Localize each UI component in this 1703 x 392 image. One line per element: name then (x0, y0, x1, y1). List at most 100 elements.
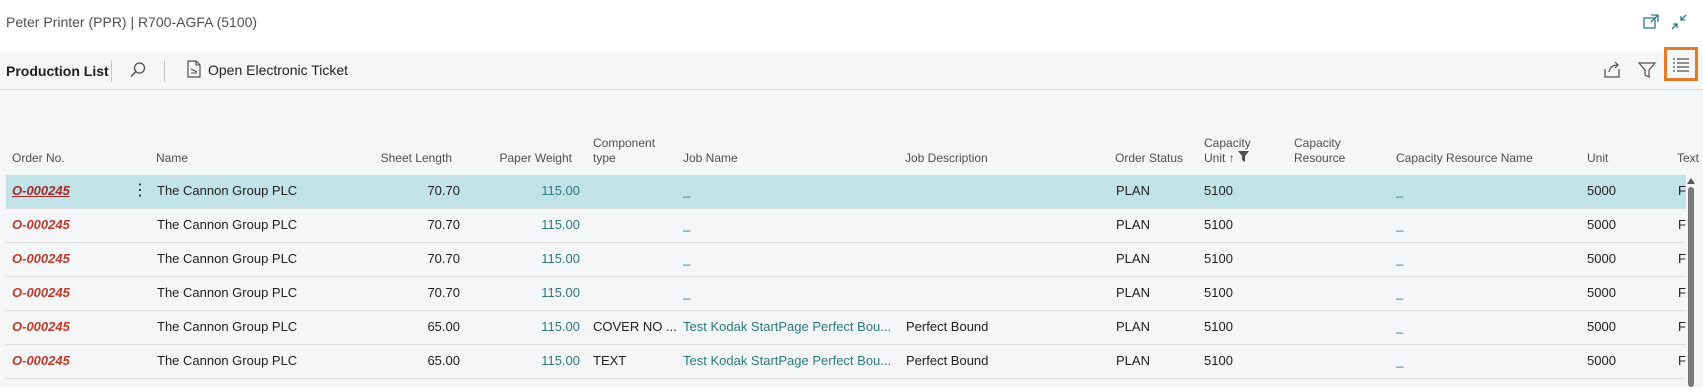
component-type-cell: TEXT (593, 353, 627, 368)
column-header-capacity-resource[interactable]: Capacity Resource (1294, 136, 1345, 166)
sheet-length-cell: 65.00 (427, 353, 460, 368)
capacity-resource-name-cell: _ (1396, 183, 1404, 198)
table-row[interactable]: O-000245 The Cannon Group PLC 70.70 115.00 _… (6, 243, 1686, 277)
order-status-cell: PLAN (1116, 217, 1150, 232)
toolbar-divider (111, 60, 112, 82)
capacity-unit-cell: 5100 (1204, 183, 1233, 198)
sheet-length-cell: 70.70 (427, 285, 460, 300)
ticket-icon (186, 59, 202, 81)
table-row[interactable]: O-000245 The Cannon Group PLC 70.70 115.00 _… (6, 277, 1686, 311)
window-title: Peter Printer (PPR) | R700-AGFA (5100) (6, 14, 258, 30)
capacity-unit-cell: 5100 (1204, 285, 1233, 300)
column-header-text[interactable]: Text (1677, 151, 1699, 166)
name-cell: The Cannon Group PLC (157, 353, 298, 368)
column-header-capacity-resource-line2: Resource (1294, 151, 1346, 165)
sheet-length-cell: 70.70 (427, 183, 460, 198)
action-bar: Production List Open Electronic Ticket (0, 47, 1703, 90)
order-no-cell[interactable]: O-000245 (12, 285, 102, 300)
order-status-cell: PLAN (1116, 251, 1150, 266)
column-header-order-no[interactable]: Order No. (12, 151, 65, 166)
column-header-component-type[interactable]: Component type (593, 136, 655, 166)
job-name-cell[interactable]: _ (683, 217, 903, 232)
column-header-job-name[interactable]: Job Name (683, 151, 738, 166)
column-header-sheet-length[interactable]: Sheet Length (360, 151, 452, 166)
order-no-cell[interactable]: O-000245 (12, 319, 102, 334)
unit-cell: 5000 (1587, 319, 1616, 334)
open-new-window-icon[interactable] (1641, 12, 1661, 32)
name-cell: The Cannon Group PLC (157, 183, 298, 198)
paper-weight-cell: 115.00 (541, 183, 580, 198)
name-cell: The Cannon Group PLC (157, 319, 298, 334)
unit-cell: 5000 (1587, 251, 1616, 266)
table-row[interactable]: O-000245 The Cannon Group PLC 70.70 115.00 _… (6, 175, 1686, 209)
sheet-length-cell: 70.70 (427, 251, 460, 266)
unit-cell: 5000 (1587, 353, 1616, 368)
name-cell: The Cannon Group PLC (157, 217, 298, 232)
job-name-cell[interactable]: Test Kodak StartPage Perfect Bou... (683, 319, 903, 334)
column-header-component-type-line2: type (593, 151, 616, 165)
page-title: Production List (6, 63, 109, 79)
column-header-paper-weight[interactable]: Paper Weight (480, 151, 573, 166)
job-description-cell: Perfect Bound (906, 353, 989, 368)
order-no-cell[interactable]: O-000245 (12, 353, 102, 368)
column-header-capacity-unit-line2: Unit ↑ (1204, 151, 1251, 166)
column-header-name[interactable]: Name (156, 151, 188, 166)
order-status-cell: PLAN (1116, 319, 1150, 334)
column-header-component-type-line1: Component (593, 136, 656, 150)
search-icon[interactable] (127, 59, 149, 81)
open-electronic-ticket-label: Open Electronic Ticket (208, 62, 349, 78)
unit-cell: 5000 (1587, 285, 1616, 300)
capacity-resource-name-cell: _ (1396, 251, 1404, 266)
capacity-resource-name-cell: _ (1396, 217, 1404, 232)
component-type-cell: COVER NO ... (593, 319, 677, 334)
capacity-resource-name-cell: _ (1396, 353, 1404, 368)
toolbar-divider (164, 60, 165, 82)
table-row[interactable]: O-000245 The Cannon Group PLC 65.00 115.00 T… (6, 345, 1686, 379)
job-name-cell[interactable]: Test Kodak StartPage Perfect Bou... (683, 353, 903, 368)
filter-active-icon (1238, 151, 1250, 165)
column-header-capacity-resource-name[interactable]: Capacity Resource Name (1396, 151, 1533, 166)
column-header-capacity-unit-line1: Capacity (1204, 136, 1251, 150)
column-header-unit[interactable]: Unit (1587, 151, 1608, 166)
capacity-unit-cell: 5100 (1204, 319, 1233, 334)
share-icon[interactable] (1601, 59, 1623, 81)
unit-cell: 5000 (1587, 217, 1616, 232)
table-row[interactable]: O-000245 The Cannon Group PLC 70.70 115.00 _… (6, 209, 1686, 243)
job-name-cell[interactable]: _ (683, 183, 903, 198)
sheet-length-cell: 70.70 (427, 217, 460, 232)
order-status-cell: PLAN (1116, 183, 1150, 198)
collapse-icon[interactable] (1669, 12, 1689, 32)
open-electronic-ticket-button[interactable]: Open Electronic Ticket (186, 58, 348, 82)
paper-weight-cell: 115.00 (541, 353, 580, 368)
paper-weight-cell: 115.00 (541, 217, 580, 232)
paper-weight-cell: 115.00 (541, 251, 580, 266)
row-menu-icon[interactable]: ⋮ (132, 180, 148, 200)
order-no-cell[interactable]: O-000245 (12, 251, 102, 266)
capacity-resource-name-cell: _ (1396, 285, 1404, 300)
capacity-unit-cell: 5100 (1204, 353, 1233, 368)
list-view-icon[interactable] (1664, 47, 1698, 81)
paper-weight-cell: 115.00 (541, 319, 580, 334)
vertical-scrollbar[interactable] (1686, 175, 1696, 387)
order-status-cell: PLAN (1116, 353, 1150, 368)
capacity-unit-cell: 5100 (1204, 251, 1233, 266)
job-name-cell[interactable]: _ (683, 285, 903, 300)
job-name-cell[interactable]: _ (683, 251, 903, 266)
filter-icon[interactable] (1636, 59, 1658, 81)
column-header-capacity-unit[interactable]: Capacity Unit ↑ (1204, 136, 1251, 166)
column-header-capacity-resource-line1: Capacity (1294, 136, 1341, 150)
order-no-cell[interactable]: O-000245 (12, 217, 102, 232)
column-header-order-status[interactable]: Order Status (1115, 151, 1183, 166)
paper-weight-cell: 115.00 (541, 285, 580, 300)
name-cell: The Cannon Group PLC (157, 285, 298, 300)
job-description-cell: Perfect Bound (906, 319, 989, 334)
column-header-job-description[interactable]: Job Description (905, 151, 988, 166)
table-row[interactable]: O-000245 The Cannon Group PLC 65.00 115.00 C… (6, 311, 1686, 345)
title-bar: Peter Printer (PPR) | R700-AGFA (5100) (0, 0, 1703, 50)
sheet-length-cell: 65.00 (427, 319, 460, 334)
capacity-resource-name-cell: _ (1396, 319, 1404, 334)
order-no-cell[interactable]: O-000245 (12, 183, 102, 198)
sort-ascending-icon: ↑ (1228, 151, 1235, 165)
unit-cell: 5000 (1587, 183, 1616, 198)
order-status-cell: PLAN (1116, 285, 1150, 300)
